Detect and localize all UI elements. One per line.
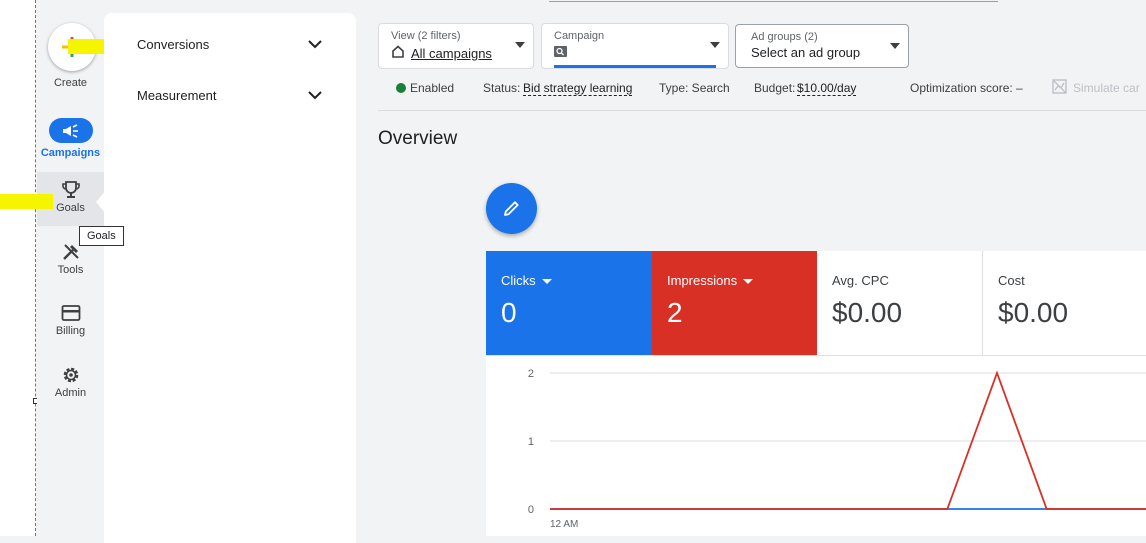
campaigns-label: Campaigns (40, 147, 101, 159)
header-divider (378, 110, 1146, 111)
home-icon (392, 45, 404, 58)
campaigns-icon (48, 118, 93, 143)
x-tick-label: 12 AM (550, 519, 578, 530)
metric-tile-cost[interactable]: Cost $0.00 (983, 251, 1146, 355)
metric-value: 2 (667, 297, 683, 328)
y-tick-label: 0 (528, 504, 534, 516)
enabled-status: Enabled (410, 81, 455, 95)
pencil-icon (504, 201, 519, 216)
y-tick-label: 2 (528, 368, 534, 380)
rail-admin[interactable]: Admin (37, 365, 104, 399)
tools-label: Tools (57, 264, 84, 276)
campaign-status-bar: Enabled Status: Bid strategy learning Ty… (378, 76, 1146, 98)
dropdown-arrow-icon (541, 279, 552, 285)
panel-item-measurement[interactable]: Measurement (137, 80, 322, 110)
dropdown-arrow-icon (515, 42, 525, 48)
metric-name: Clicks (501, 273, 552, 288)
metric-value: $0.00 (998, 297, 1069, 328)
performance-card: Clicks 0 Impressions 2 Avg. CPC $0.00 Co… (486, 251, 1146, 536)
selection-guide-line (35, 0, 36, 536)
view-filter-value: All campaigns (411, 46, 492, 61)
campaign-filter-dropdown[interactable]: Campaign (541, 23, 729, 69)
optimization-score: Optimization score: – (910, 81, 1023, 95)
panel-item-label: Conversions (137, 36, 210, 52)
dropdown-arrow-icon (743, 279, 754, 285)
metric-value: $0.00 (832, 297, 903, 328)
metric-value: 0 (501, 297, 517, 328)
ad-groups-value: Select an ad group (751, 45, 861, 60)
tools-icon (62, 244, 79, 260)
panel-item-label: Measurement (137, 87, 217, 103)
ad-groups-dropdown[interactable]: Ad groups (2) Select an ad group (735, 24, 909, 68)
simulate-button[interactable]: Simulate car (1073, 81, 1140, 95)
campaign-filter-label: Campaign (554, 30, 605, 42)
page-title: Overview (378, 128, 458, 149)
metric-tile-clicks[interactable]: Clicks 0 (486, 251, 652, 355)
rail-tools[interactable]: Tools (37, 242, 104, 276)
credit-card-icon (61, 305, 80, 321)
left-edge (0, 0, 36, 536)
goals-tooltip: Goals (79, 226, 124, 246)
admin-label: Admin (54, 387, 87, 399)
budget-value[interactable]: $10.00/day (797, 81, 857, 96)
simulate-icon (1052, 79, 1067, 97)
gear-icon (63, 367, 78, 383)
type-label: Type: Search (659, 81, 730, 95)
performance-line-chart: 0 1 2 12 AM (528, 368, 1146, 530)
goals-flyout-panel: Conversions Measurement (104, 13, 356, 543)
ad-groups-label: Ad groups (2) (751, 31, 818, 43)
view-filter-dropdown[interactable]: View (2 filters) All campaigns (378, 23, 534, 69)
enabled-dot-icon (396, 83, 406, 93)
view-filter-label: View (2 filters) (391, 30, 461, 42)
metric-name: Avg. CPC (832, 273, 889, 288)
chevron-down-icon (308, 39, 322, 48)
highlight-mark (0, 194, 53, 209)
metric-tile-impressions[interactable]: Impressions 2 (652, 251, 817, 355)
trophy-icon (61, 181, 80, 198)
status-value[interactable]: Bid strategy learning (523, 81, 633, 96)
dropdown-arrow-icon (710, 42, 720, 48)
edit-button[interactable] (486, 183, 537, 234)
chevron-down-icon (308, 90, 322, 99)
panel-item-conversions[interactable]: Conversions (137, 29, 322, 59)
metric-tile-avg-cpc[interactable]: Avg. CPC $0.00 (817, 251, 983, 355)
rail-campaigns[interactable]: Campaigns (37, 118, 104, 159)
y-tick-label: 1 (528, 436, 534, 448)
metric-name: Cost (998, 273, 1025, 288)
billing-label: Billing (55, 325, 86, 337)
nav-rail: Create Campaigns Goals Tools Billing Adm… (37, 0, 104, 536)
metric-name: Impressions (667, 273, 754, 288)
search-bar-edge (549, 0, 998, 2)
campaign-loading-bar (554, 65, 716, 68)
status-label: Status: (483, 81, 521, 95)
search-campaign-icon (554, 46, 567, 57)
dropdown-arrow-icon (890, 43, 900, 49)
budget-label: Budget: (754, 81, 796, 95)
rail-billing[interactable]: Billing (37, 304, 104, 337)
create-label: Create (53, 77, 88, 89)
